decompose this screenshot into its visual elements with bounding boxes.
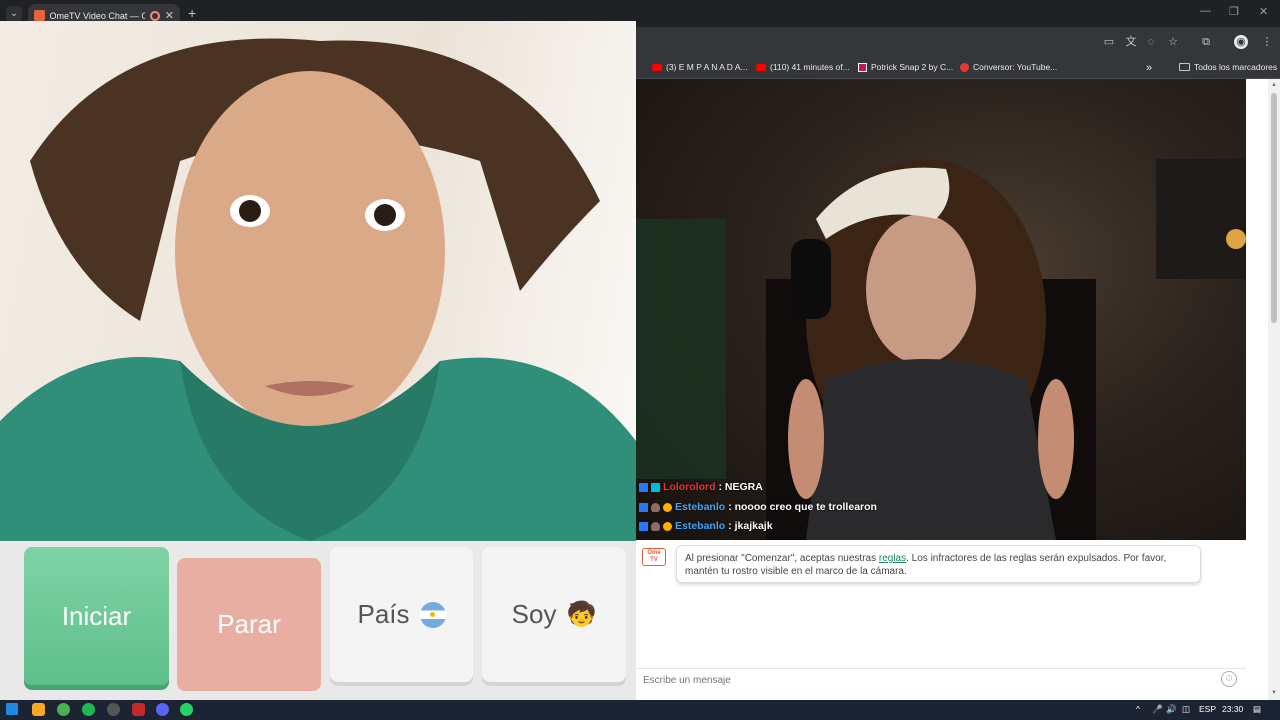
pixel-icon	[858, 62, 867, 72]
windows-start-icon[interactable]	[6, 703, 18, 715]
tab-title: OmeTV Video Chat — Ome	[49, 10, 146, 21]
browser-toolbar: ▭ 文 ◌ ☆ ⧉ ◉ ⋮	[636, 27, 1280, 57]
translate-icon[interactable]: 文	[1124, 35, 1138, 49]
new-tab-button[interactable]: +	[188, 5, 196, 21]
badge-icon	[651, 482, 660, 492]
chat-message: : jkajkajk	[728, 520, 773, 532]
local-video-scene	[0, 38, 636, 541]
youtube-icon	[756, 63, 766, 71]
bookmarks-bar: (3) E M P A N A D A... (110) 41 minutes …	[636, 57, 1280, 79]
boy-icon: 🧒	[566, 601, 597, 628]
bookmark-label: Potrick Snap 2 by C...	[871, 62, 954, 72]
overlay-chat-line: Estebanlo : noooo creo que te trollearon	[639, 501, 877, 513]
all-bookmarks-label: Todos los marcadores	[1194, 62, 1278, 72]
profile-avatar-icon[interactable]: ◉	[1234, 35, 1248, 49]
notifications-icon[interactable]: ▤	[1253, 704, 1261, 715]
ometv-logo-icon: Ome TV	[642, 548, 666, 566]
badge-icon	[639, 502, 648, 512]
remote-video-scene	[636, 159, 1246, 540]
stop-button[interactable]: Parar	[177, 558, 321, 691]
clock[interactable]: 23:30	[1222, 704, 1243, 714]
emoji-icon[interactable]: ☺	[1221, 671, 1237, 687]
language-indicator[interactable]: ESP	[1199, 704, 1216, 714]
microphone-icon[interactable]: 🎤	[1152, 704, 1163, 715]
cast-icon[interactable]: ▭	[1102, 35, 1116, 49]
system-message-text: Al presionar "Comenzar", aceptas nuestra…	[685, 553, 879, 564]
tab-search-dropdown-icon[interactable]: ⌄	[6, 6, 22, 22]
news-app-icon[interactable]	[132, 703, 145, 716]
gender-button[interactable]: Soy 🧒	[482, 547, 626, 682]
badge-icon	[663, 502, 672, 512]
badge-icon	[663, 521, 672, 531]
chat-message: : NEGRA	[718, 481, 763, 493]
chat-message: : noooo creo que te trollearon	[728, 501, 877, 513]
bookmarks-overflow-button[interactable]: »	[1146, 62, 1152, 74]
system-message: Al presionar "Comenzar", aceptas nuestra…	[676, 545, 1201, 583]
badge-icon	[651, 521, 660, 531]
folder-icon	[1179, 63, 1190, 71]
tray-chevron-icon[interactable]: ^	[1136, 704, 1140, 714]
ometv-favicon-icon	[34, 10, 45, 21]
whatsapp-icon[interactable]	[180, 703, 193, 716]
bookmark-item[interactable]: Conversor: YouTube...	[960, 62, 1057, 72]
bookmark-label: (3) E M P A N A D A...	[666, 62, 748, 72]
control-panel: Iniciar Parar País Soy 🧒	[0, 541, 636, 700]
bookmark-item[interactable]: Potrick Snap 2 by C...	[858, 62, 953, 72]
all-bookmarks-folder[interactable]: Todos los marcadores	[1179, 62, 1277, 72]
eye-off-icon[interactable]: ◌	[1144, 35, 1158, 49]
overlay-chat-line: Lolorolord : NEGRA	[639, 481, 763, 493]
badge-icon	[639, 482, 648, 492]
remote-video	[636, 79, 1246, 540]
country-button[interactable]: País	[330, 547, 473, 682]
argentina-flag-icon	[419, 601, 446, 628]
obs-icon[interactable]	[107, 703, 120, 716]
badge-icon	[651, 502, 660, 512]
local-video	[0, 21, 636, 541]
extensions-icon[interactable]: ⧉	[1199, 35, 1213, 49]
discord-icon[interactable]	[156, 703, 169, 716]
converter-icon	[960, 62, 969, 72]
start-button[interactable]: Iniciar	[24, 547, 169, 685]
bookmark-star-icon[interactable]: ☆	[1166, 35, 1180, 49]
network-icon[interactable]: ◫	[1182, 704, 1190, 715]
page-scrollbar[interactable]: ▲ ▼	[1268, 79, 1280, 700]
chat-nickname: Estebanlo	[675, 501, 726, 513]
overlay-chat-line: Estebanlo : jkajkajk	[639, 520, 773, 532]
bookmark-label: Conversor: YouTube...	[973, 62, 1058, 72]
bookmark-item[interactable]: (3) E M P A N A D A...	[652, 62, 748, 72]
scroll-down-icon[interactable]: ▼	[1271, 690, 1277, 696]
windows-taskbar: ^ 🎤 🔊 ◫ ESP 23:30 ▤	[0, 700, 1280, 720]
bookmark-item[interactable]: (110) 41 minutes of...	[756, 62, 850, 72]
gender-label: Soy	[511, 599, 557, 629]
close-window-button[interactable]: ✕	[1259, 5, 1268, 18]
message-input[interactable]	[636, 668, 1246, 692]
country-label: País	[357, 599, 410, 629]
minimize-button[interactable]: —	[1200, 5, 1211, 17]
scroll-up-icon[interactable]: ▲	[1271, 82, 1277, 88]
bookmark-label: (110) 41 minutes of...	[770, 62, 850, 72]
volume-icon[interactable]: 🔊	[1166, 704, 1177, 715]
badge-icon	[639, 521, 648, 531]
rules-link[interactable]: reglas	[879, 553, 906, 564]
recording-indicator-icon	[150, 10, 160, 21]
chat-nickname: Estebanlo	[675, 520, 726, 532]
restore-button[interactable]: ❐	[1229, 5, 1239, 18]
menu-kebab-icon[interactable]: ⋮	[1260, 35, 1274, 49]
spotify-icon[interactable]	[82, 703, 95, 716]
youtube-icon	[652, 63, 662, 71]
scrollbar-thumb[interactable]	[1271, 93, 1277, 323]
chrome-icon[interactable]	[57, 703, 70, 716]
file-explorer-icon[interactable]	[32, 703, 45, 716]
chat-nickname: Lolorolord	[663, 481, 716, 493]
